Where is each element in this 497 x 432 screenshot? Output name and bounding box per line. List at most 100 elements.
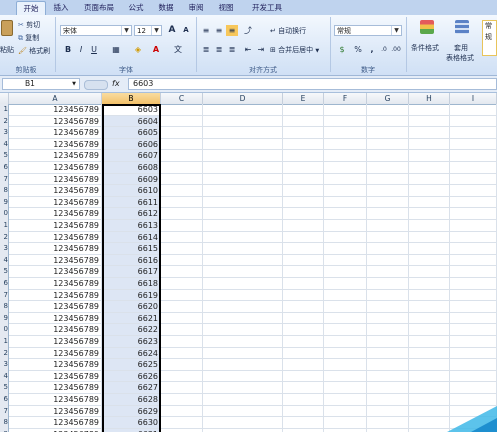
cell-h[interactable] bbox=[409, 150, 450, 162]
increase-decimal-icon[interactable]: .0 bbox=[378, 44, 390, 55]
cell-g[interactable] bbox=[367, 104, 409, 116]
column-header-g[interactable]: G bbox=[367, 93, 409, 104]
cell-d[interactable] bbox=[203, 208, 283, 220]
cell-g[interactable] bbox=[367, 138, 409, 151]
cell-c[interactable] bbox=[161, 231, 203, 244]
merge-center-button[interactable]: ⊞ 合并后居中 ▼ bbox=[270, 44, 319, 56]
row-header[interactable]: 7 bbox=[0, 289, 9, 302]
italic-button[interactable]: I bbox=[75, 44, 87, 55]
cell-d[interactable] bbox=[203, 243, 283, 255]
cancel-edit-icon[interactable] bbox=[84, 80, 108, 90]
percent-button[interactable]: % bbox=[352, 44, 364, 55]
column-header-h[interactable]: H bbox=[409, 93, 450, 104]
cell-b[interactable]: 6616 bbox=[102, 254, 161, 267]
cell-d[interactable] bbox=[203, 162, 283, 174]
row-header[interactable]: 6 bbox=[0, 162, 9, 174]
cell-g[interactable] bbox=[367, 266, 409, 278]
cell-a[interactable]: 123456789 bbox=[9, 127, 102, 139]
cell-i[interactable] bbox=[450, 127, 497, 139]
cell-g[interactable] bbox=[367, 185, 409, 197]
cell-i[interactable] bbox=[450, 301, 497, 313]
cell-d[interactable] bbox=[203, 359, 283, 371]
cell-d[interactable] bbox=[203, 370, 283, 383]
cell-h[interactable] bbox=[409, 417, 450, 429]
cell-h[interactable] bbox=[409, 254, 450, 267]
cell-i[interactable] bbox=[450, 394, 497, 406]
row-header[interactable]: 3 bbox=[0, 359, 9, 371]
cell-d[interactable] bbox=[203, 115, 283, 128]
row-header[interactable]: 7 bbox=[0, 405, 9, 418]
cell-g[interactable] bbox=[367, 196, 409, 209]
cell-h[interactable] bbox=[409, 405, 450, 418]
cell-b[interactable]: 6621 bbox=[102, 312, 161, 325]
cell-a[interactable]: 123456789 bbox=[9, 278, 102, 290]
cell-c[interactable] bbox=[161, 127, 203, 139]
cell-c[interactable] bbox=[161, 359, 203, 371]
cell-i[interactable] bbox=[450, 405, 497, 418]
cell-f[interactable] bbox=[324, 289, 367, 302]
cell-h[interactable] bbox=[409, 347, 450, 360]
row-header[interactable]: 0 bbox=[0, 324, 9, 336]
cell-g[interactable] bbox=[367, 359, 409, 371]
cell-e[interactable] bbox=[283, 115, 324, 128]
cell-b[interactable]: 6613 bbox=[102, 220, 161, 232]
cell-g[interactable] bbox=[367, 150, 409, 162]
cell-i[interactable] bbox=[450, 324, 497, 336]
decrease-decimal-icon[interactable]: .00 bbox=[390, 44, 402, 55]
cell-h[interactable] bbox=[409, 394, 450, 406]
cell-b[interactable]: 6615 bbox=[102, 243, 161, 255]
cell-i[interactable] bbox=[450, 347, 497, 360]
cell-h[interactable] bbox=[409, 301, 450, 313]
tab-insert[interactable]: 插入 bbox=[48, 1, 74, 15]
cell-a[interactable]: 123456789 bbox=[9, 336, 102, 348]
cell-c[interactable] bbox=[161, 254, 203, 267]
column-header-d[interactable]: D bbox=[203, 93, 283, 104]
cell-h[interactable] bbox=[409, 104, 450, 116]
cell-d[interactable] bbox=[203, 138, 283, 151]
cell-c[interactable] bbox=[161, 162, 203, 174]
cell-a[interactable]: 123456789 bbox=[9, 417, 102, 429]
paste-button[interactable]: 粘贴 bbox=[0, 18, 14, 58]
cell-i[interactable] bbox=[450, 278, 497, 290]
cell-e[interactable] bbox=[283, 254, 324, 267]
row-header[interactable]: 7 bbox=[0, 173, 9, 186]
cell-a[interactable]: 123456789 bbox=[9, 394, 102, 406]
cell-e[interactable] bbox=[283, 162, 324, 174]
insert-function-button[interactable]: fx bbox=[112, 78, 126, 90]
cell-d[interactable] bbox=[203, 278, 283, 290]
cell-a[interactable]: 123456789 bbox=[9, 150, 102, 162]
cell-f[interactable] bbox=[324, 336, 367, 348]
cell-e[interactable] bbox=[283, 405, 324, 418]
cell-i[interactable] bbox=[450, 370, 497, 383]
cell-a[interactable]: 123456789 bbox=[9, 231, 102, 244]
cell-h[interactable] bbox=[409, 208, 450, 220]
cell-g[interactable] bbox=[367, 417, 409, 429]
cell-b[interactable]: 6612 bbox=[102, 208, 161, 220]
cell-c[interactable] bbox=[161, 220, 203, 232]
wrap-text-button[interactable]: ↵ 自动换行 bbox=[270, 25, 306, 37]
cell-d[interactable] bbox=[203, 173, 283, 186]
cell-i[interactable] bbox=[450, 115, 497, 128]
row-header[interactable]: 8 bbox=[0, 417, 9, 429]
cell-b[interactable]: 6620 bbox=[102, 301, 161, 313]
align-center-icon[interactable]: ≣ bbox=[213, 44, 225, 55]
fill-color-icon[interactable]: ◈ bbox=[132, 44, 144, 55]
tab-view[interactable]: 视图 bbox=[214, 1, 238, 15]
row-header[interactable]: 1 bbox=[0, 220, 9, 232]
cell-d[interactable] bbox=[203, 196, 283, 209]
cell-i[interactable] bbox=[450, 289, 497, 302]
cell-i[interactable] bbox=[450, 382, 497, 394]
phonetic-icon[interactable]: 文 bbox=[172, 44, 184, 55]
cell-c[interactable] bbox=[161, 301, 203, 313]
tab-formulas[interactable]: 公式 bbox=[124, 1, 148, 15]
cell-f[interactable] bbox=[324, 162, 367, 174]
shrink-font-button[interactable]: A bbox=[180, 25, 192, 36]
cell-b[interactable]: 6608 bbox=[102, 162, 161, 174]
font-color-icon[interactable]: A bbox=[150, 44, 162, 55]
cell-style-gallery[interactable]: 常规 bbox=[482, 20, 497, 56]
cell-a[interactable]: 123456789 bbox=[9, 104, 102, 116]
cell-e[interactable] bbox=[283, 243, 324, 255]
format-painter-button[interactable]: 🖌 格式刷 bbox=[18, 45, 50, 57]
border-icon[interactable]: ▦ bbox=[110, 44, 122, 55]
cell-b[interactable]: 6624 bbox=[102, 347, 161, 360]
